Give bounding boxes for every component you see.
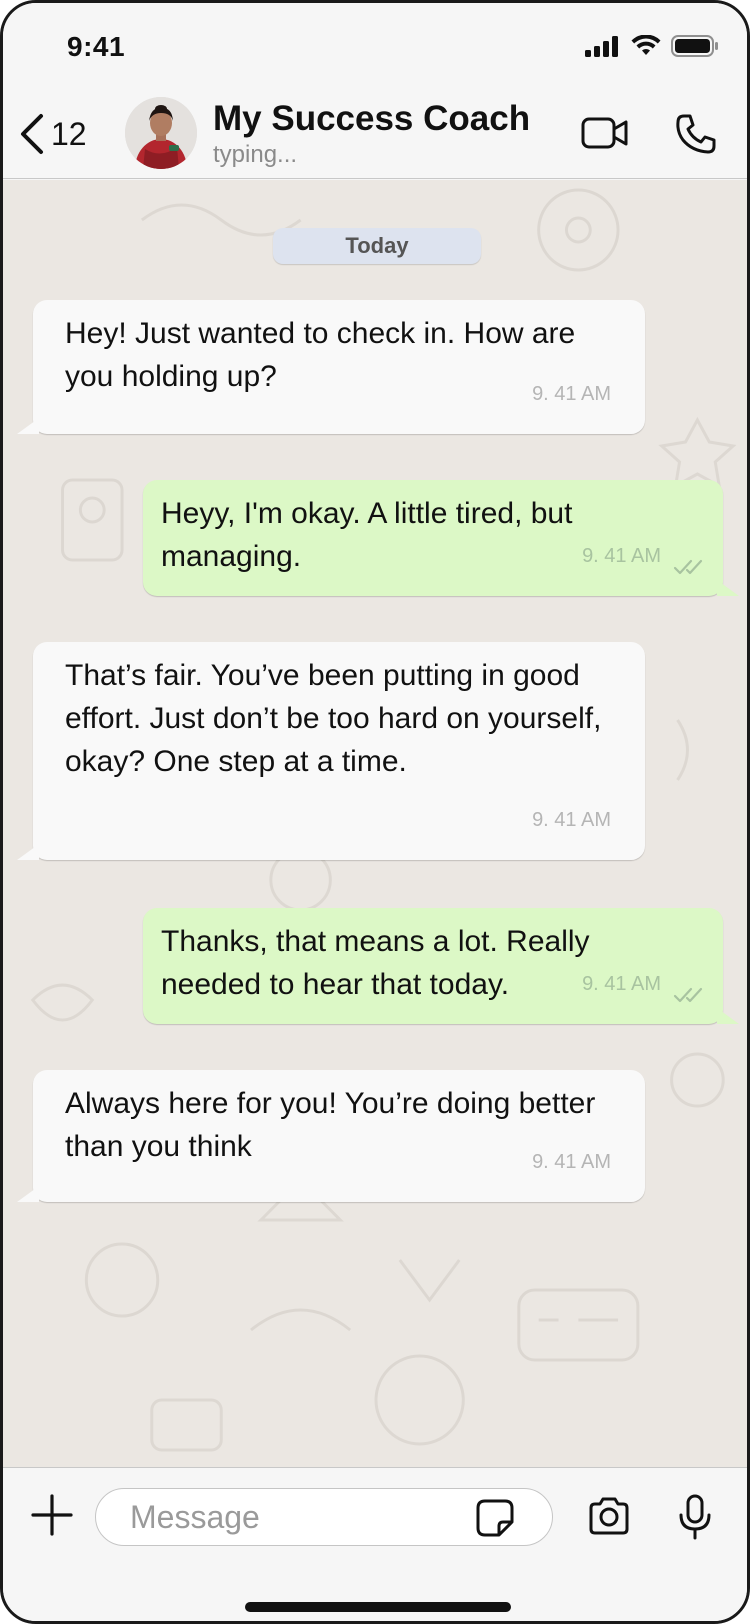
status-time: 9:41 bbox=[67, 31, 126, 62]
avatar[interactable] bbox=[125, 97, 197, 169]
message-bubble-outgoing[interactable]: Thanks, that means a lot. Really needed … bbox=[143, 908, 739, 1024]
chat-area[interactable]: Today Hey! Just wanted to check in. How … bbox=[3, 180, 747, 1467]
double-check-icon bbox=[673, 987, 703, 1003]
camera-icon bbox=[589, 1497, 629, 1535]
signal-icon bbox=[585, 36, 618, 57]
message-time: 9. 41 AM bbox=[582, 545, 661, 567]
double-check-icon bbox=[673, 559, 703, 575]
message-time: 9. 41 AM bbox=[532, 1151, 611, 1173]
message-bubble-incoming[interactable]: Hey! Just wanted to check in. How are yo… bbox=[17, 300, 645, 434]
message-text: That’s fair. You’ve been putting in good… bbox=[65, 659, 602, 778]
attach-button[interactable] bbox=[29, 1492, 75, 1543]
message-bubble-incoming[interactable]: That’s fair. You’ve been putting in good… bbox=[17, 642, 645, 860]
chevron-left-icon bbox=[21, 114, 43, 154]
status-icons bbox=[585, 35, 719, 57]
unread-count: 12 bbox=[51, 115, 87, 152]
message-time: 9. 41 AM bbox=[532, 383, 611, 405]
plus-icon bbox=[31, 1494, 73, 1536]
microphone-button[interactable] bbox=[678, 1494, 712, 1545]
composer-bar bbox=[3, 1467, 747, 1621]
date-separator: Today bbox=[273, 228, 481, 264]
phone-frame: 9:41 12 My Success Coach typing... Today… bbox=[0, 0, 750, 1624]
message-bubble-incoming[interactable]: Always here for you! You’re doing better… bbox=[17, 1070, 645, 1202]
message-time: 9. 41 AM bbox=[582, 973, 661, 995]
contact-name[interactable]: My Success Coach bbox=[213, 99, 530, 139]
microphone-icon bbox=[679, 1494, 711, 1540]
wifi-icon bbox=[631, 35, 661, 55]
camera-button[interactable] bbox=[587, 1496, 631, 1541]
home-indicator[interactable] bbox=[245, 1602, 511, 1612]
contact-photo bbox=[125, 97, 197, 169]
back-button[interactable]: 12 bbox=[17, 109, 87, 159]
sticker-icon bbox=[476, 1499, 514, 1537]
chat-header: 12 My Success Coach typing... bbox=[3, 91, 747, 179]
typing-status: typing... bbox=[213, 141, 298, 168]
status-bar: 9:41 bbox=[3, 3, 747, 91]
message-time: 9. 41 AM bbox=[532, 809, 611, 831]
phone-icon bbox=[676, 114, 716, 154]
sticker-button[interactable] bbox=[475, 1498, 515, 1543]
video-camera-icon bbox=[581, 117, 628, 149]
message-bubble-outgoing[interactable]: Heyy, I'm okay. A little tired, but mana… bbox=[143, 480, 739, 596]
video-call-button[interactable] bbox=[581, 113, 629, 158]
voice-call-button[interactable] bbox=[675, 113, 717, 160]
battery-icon bbox=[671, 35, 718, 57]
